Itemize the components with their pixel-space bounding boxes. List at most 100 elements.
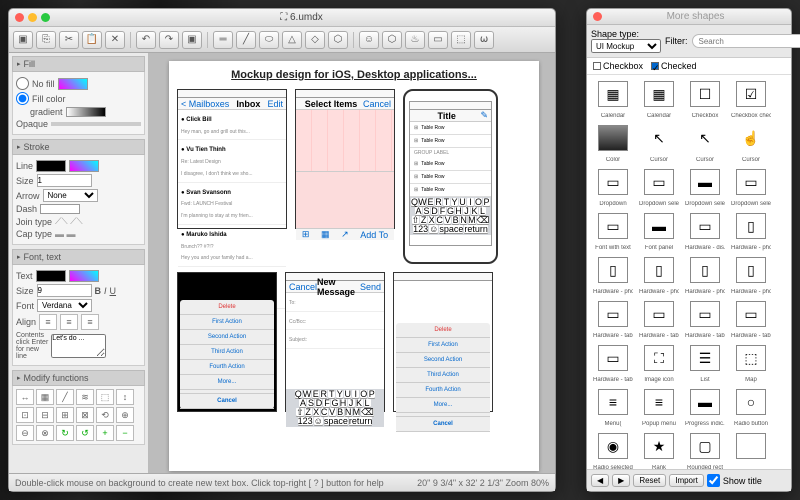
- modify-tool[interactable]: ↺: [76, 425, 94, 441]
- shape-item[interactable]: ≡Menu(: [591, 387, 635, 429]
- reset-button[interactable]: Reset: [633, 474, 666, 487]
- shape-search-input[interactable]: [692, 34, 800, 48]
- modify-tool[interactable]: ⊟: [36, 407, 54, 423]
- toolbar-button[interactable]: ✂: [59, 31, 79, 49]
- shape-item[interactable]: ▦Calendar: [591, 79, 635, 121]
- modify-tool[interactable]: +: [96, 425, 114, 441]
- key[interactable]: X: [428, 216, 435, 224]
- modify-tool[interactable]: ▦: [36, 389, 54, 405]
- toolbar-button[interactable]: ↶: [136, 31, 156, 49]
- key[interactable]: O: [475, 198, 482, 206]
- key[interactable]: ⇧: [296, 408, 304, 416]
- key[interactable]: Y: [336, 390, 343, 398]
- key[interactable]: X: [313, 408, 320, 416]
- action-item[interactable]: Delete: [180, 300, 274, 315]
- toolbar-button[interactable]: ▣: [13, 31, 33, 49]
- close-icon[interactable]: [15, 13, 24, 22]
- shape-item[interactable]: ≡Popup menu: [637, 387, 681, 429]
- toolbar-button[interactable]: ✕: [105, 31, 125, 49]
- action-item[interactable]: More...: [180, 375, 274, 390]
- shape-item[interactable]: ↖Cursor: [683, 123, 727, 165]
- shapes-titlebar[interactable]: More shapes: [587, 9, 791, 25]
- shape-type-select[interactable]: UI Mockup: [591, 39, 661, 53]
- key[interactable]: C: [436, 216, 443, 224]
- shape-item[interactable]: ▭Hardware - tab...: [683, 299, 727, 341]
- mockup-phone[interactable]: Title✎ Table RowTable Row GROUP LABEL Ta…: [403, 89, 498, 264]
- shape-item[interactable]: ▢Rounded rect: [683, 431, 727, 469]
- key[interactable]: M: [468, 216, 476, 224]
- key[interactable]: 123: [298, 417, 313, 425]
- shape-item[interactable]: [729, 431, 773, 469]
- toolbar-button[interactable]: ═: [213, 31, 233, 49]
- shape-item[interactable]: ☐Checkbox: [683, 79, 727, 121]
- key[interactable]: return: [464, 225, 488, 233]
- key[interactable]: V: [329, 408, 336, 416]
- action-item[interactable]: Third Action: [396, 368, 490, 383]
- toolbar-button[interactable]: ⎘: [36, 31, 56, 49]
- modify-tool[interactable]: ╱: [56, 389, 74, 405]
- table-row[interactable]: Table Row: [410, 122, 491, 135]
- toolbar-button[interactable]: ☺: [359, 31, 379, 49]
- shape-item[interactable]: ▯Hardware - phone: [591, 255, 635, 297]
- modify-tool[interactable]: ≋: [76, 389, 94, 405]
- toolbar-button[interactable]: ◇: [305, 31, 325, 49]
- modify-tool[interactable]: ⊗: [36, 425, 54, 441]
- modify-tool[interactable]: ⊖: [16, 425, 34, 441]
- key[interactable]: O: [360, 390, 367, 398]
- shape-item[interactable]: ☰List: [683, 343, 727, 385]
- key[interactable]: T: [443, 198, 450, 206]
- key[interactable]: U: [459, 198, 466, 206]
- opacity-slider[interactable]: [51, 122, 141, 126]
- shape-item[interactable]: ▭Dropdown selec...: [637, 167, 681, 209]
- shape-item[interactable]: ▯Hardware - phone: [637, 255, 681, 297]
- toolbar-button[interactable]: ▣: [182, 31, 202, 49]
- modify-tool[interactable]: ⊡: [16, 407, 34, 423]
- key[interactable]: P: [483, 198, 490, 206]
- font-panel-header[interactable]: Font, text: [12, 249, 145, 265]
- shape-item[interactable]: ▬Progress indic...: [683, 387, 727, 429]
- toolbar-button[interactable]: ⬭: [259, 31, 279, 49]
- arrow-select[interactable]: None: [43, 189, 98, 202]
- key[interactable]: I: [352, 390, 359, 398]
- key[interactable]: E: [427, 198, 434, 206]
- shape-item[interactable]: ☝Cursor: [729, 123, 773, 165]
- key[interactable]: I: [467, 198, 474, 206]
- color-swatch[interactable]: [58, 78, 88, 90]
- key[interactable]: Q: [411, 198, 418, 206]
- font-size-input[interactable]: [37, 284, 92, 297]
- modify-tool[interactable]: ⊞: [56, 407, 74, 423]
- shape-item[interactable]: ▯Hardware - phone: [729, 211, 773, 253]
- key[interactable]: ☺: [314, 417, 323, 425]
- key[interactable]: ⇧: [412, 216, 420, 224]
- key[interactable]: D: [431, 207, 438, 215]
- key[interactable]: N: [345, 408, 352, 416]
- shape-item[interactable]: ▭Hardware - tab...: [637, 299, 681, 341]
- shape-item[interactable]: ◉Radio selected: [591, 431, 635, 469]
- key[interactable]: D: [315, 399, 322, 407]
- key[interactable]: Z: [420, 216, 427, 224]
- action-item[interactable]: Second Action: [396, 353, 490, 368]
- action-item[interactable]: Delete: [396, 323, 490, 338]
- canvas[interactable]: Mockup design for iOS, Desktop applicati…: [149, 53, 555, 473]
- table-row[interactable]: Table Row: [410, 135, 491, 148]
- stroke-size-input[interactable]: [37, 174, 92, 187]
- nofill-radio[interactable]: [16, 77, 29, 90]
- key[interactable]: J: [348, 399, 355, 407]
- shape-item[interactable]: Color: [591, 123, 635, 165]
- toolbar-button[interactable]: ⍵: [474, 31, 494, 49]
- shape-item[interactable]: ★Rank: [637, 431, 681, 469]
- key[interactable]: H: [455, 207, 462, 215]
- shape-item[interactable]: ○Radio button: [729, 387, 773, 429]
- text-color[interactable]: [36, 270, 66, 282]
- prev-button[interactable]: ◀: [591, 474, 609, 487]
- next-button[interactable]: ▶: [612, 474, 630, 487]
- key[interactable]: M: [353, 408, 361, 416]
- key[interactable]: Y: [451, 198, 458, 206]
- modify-tool[interactable]: ↻: [56, 425, 74, 441]
- import-button[interactable]: Import: [669, 474, 704, 487]
- fill-panel-header[interactable]: Fill: [12, 56, 145, 72]
- shape-item[interactable]: ⛶Image icon: [637, 343, 681, 385]
- key[interactable]: ☺: [429, 225, 438, 233]
- modify-tool[interactable]: ⬚: [96, 389, 114, 405]
- action-item[interactable]: First Action: [396, 338, 490, 353]
